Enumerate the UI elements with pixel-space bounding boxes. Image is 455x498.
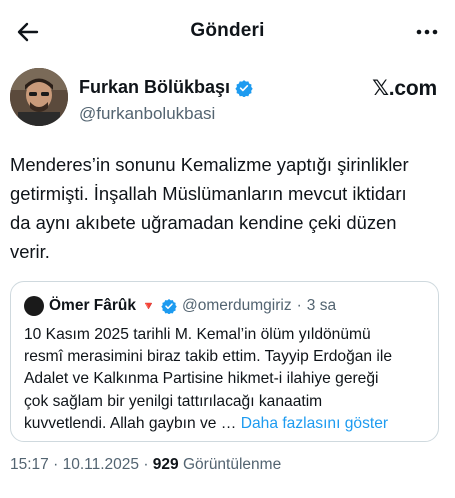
post-date[interactable]: 10.11.2025 xyxy=(63,456,139,473)
quoted-author-name: Ömer Fârûk xyxy=(49,297,137,314)
quoted-post-header: Ömer Fârûk 🔻 @omerdumgiriz · 3 sa xyxy=(24,296,428,316)
avatar-photo xyxy=(10,68,68,126)
page-title: Gönderi xyxy=(190,20,265,41)
post-text: Menderes’in sonunu Kemalizme yaptığı şir… xyxy=(10,154,409,262)
views-count: 929 xyxy=(152,456,179,473)
more-horizontal-icon xyxy=(416,29,438,35)
quoted-post-card[interactable]: Ömer Fârûk 🔻 @omerdumgiriz · 3 sa 10 Kas… xyxy=(10,281,439,442)
quoted-separator: · xyxy=(296,297,302,314)
show-more-link[interactable]: Daha fazlasını göster xyxy=(241,415,388,432)
quoted-time: 3 sa xyxy=(306,297,337,314)
meta-separator: · xyxy=(48,456,63,473)
quoted-text-line: resmî merasimini biraz takib ettim. Tayy… xyxy=(24,348,393,366)
top-bar: Gönderi xyxy=(0,0,455,62)
verified-badge-icon xyxy=(161,299,177,314)
verified-badge-icon xyxy=(235,79,253,97)
views-label: Görüntülenme xyxy=(178,456,282,473)
quoted-text-line: 10 Kasım 2025 tarihli M. Kemal’in ölüm y… xyxy=(24,326,371,343)
source-logo: 𝕏.com xyxy=(372,77,437,100)
post-meta: 15:17 · 10.11.2025 · 929 Görüntülenme xyxy=(10,456,281,474)
quoted-post-text: 10 Kasım 2025 tarihli M. Kemal’in ölüm y… xyxy=(24,324,434,435)
author-handle[interactable]: @furkanbolukbasi xyxy=(79,104,215,124)
quoted-avatar xyxy=(24,296,44,316)
post-time[interactable]: 15:17 xyxy=(10,456,49,473)
red-triangle-icon: 🔻 xyxy=(141,299,156,313)
meta-separator: · xyxy=(139,456,153,473)
quoted-author-handle: @omerdumgiriz xyxy=(181,297,292,314)
quoted-text-line: Adalet ve Kalkınma Partisine hikmet-i il… xyxy=(24,370,379,388)
avatar[interactable] xyxy=(10,68,68,126)
author-name[interactable]: Furkan Bölükbaşı xyxy=(79,77,253,98)
quoted-text-line: kuvvetlendi. Allah gaybın ve … xyxy=(24,414,241,432)
quoted-text-line: çok sağlam bir yenilgi tattırılacağı kan… xyxy=(24,392,323,410)
author-name-text: Furkan Bölükbaşı xyxy=(79,77,231,97)
author-row: Furkan Bölükbaşı @furkanbolukbasi 𝕏.com xyxy=(10,68,445,138)
more-options-button[interactable] xyxy=(411,18,443,46)
